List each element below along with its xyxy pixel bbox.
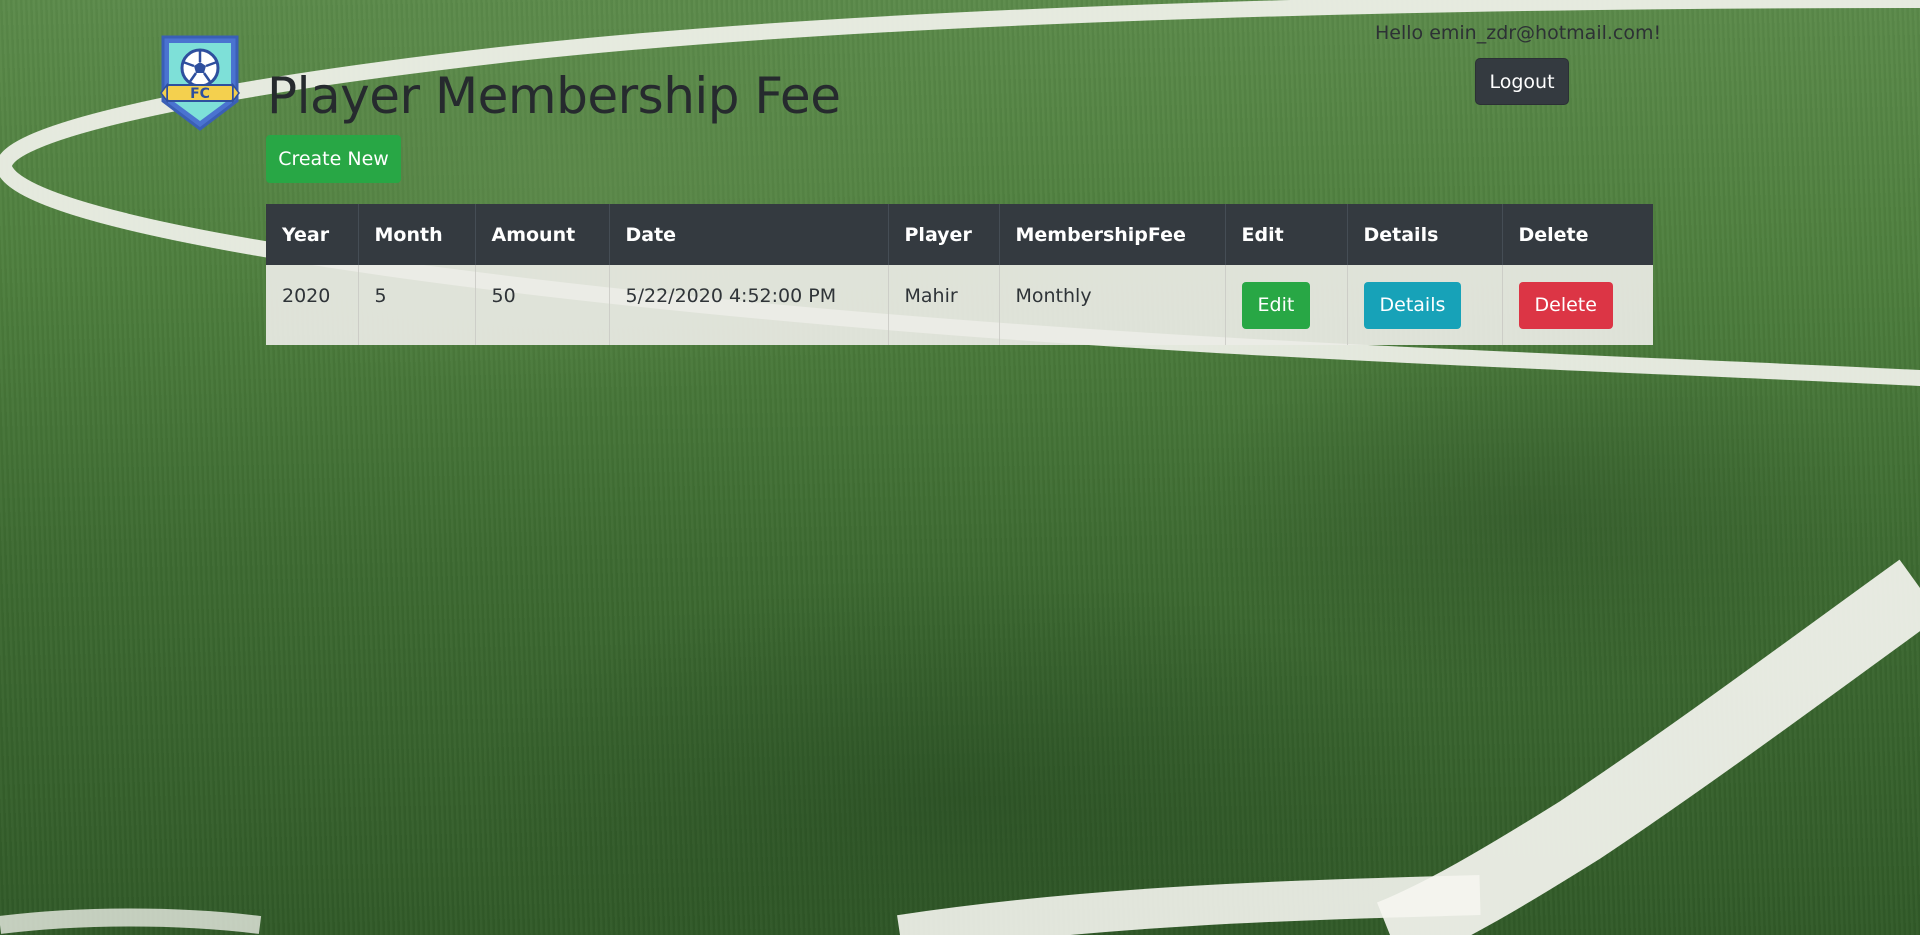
edit-button[interactable]: Edit (1241, 281, 1311, 329)
delete-button[interactable]: Delete (1518, 281, 1613, 329)
cell-date: 5/22/2020 4:52:00 PM (609, 265, 889, 345)
cell-year: 2020 (266, 265, 359, 345)
cell-month: 5 (358, 265, 476, 345)
membership-fee-table: Year Month Amount Date Player Membership… (266, 204, 1653, 345)
cell-membership-fee: Monthly (999, 265, 1226, 345)
column-header-month: Month (358, 204, 476, 265)
column-header-date: Date (609, 204, 889, 265)
table-row: 2020 5 50 5/22/2020 4:52:00 PM Mahir Mon… (266, 265, 1653, 345)
details-button[interactable]: Details (1363, 281, 1462, 329)
create-new-button[interactable]: Create New (266, 135, 401, 183)
column-header-year: Year (266, 204, 359, 265)
logout-button[interactable]: Logout (1475, 58, 1569, 105)
cell-amount: 50 (475, 265, 610, 345)
column-header-details: Details (1347, 204, 1503, 265)
page-title: Player Membership Fee (267, 67, 841, 125)
column-header-amount: Amount (475, 204, 610, 265)
cell-delete: Delete (1502, 265, 1653, 345)
logo-text: FC (190, 86, 210, 102)
column-header-player: Player (888, 204, 1000, 265)
column-header-edit: Edit (1225, 204, 1348, 265)
column-header-delete: Delete (1518, 223, 1589, 246)
club-logo: FC (160, 35, 240, 131)
cell-player: Mahir (888, 265, 1000, 345)
user-greeting: Hello emin_zdr@hotmail.com! (1375, 22, 1662, 44)
column-header-membership-fee: MembershipFee (999, 204, 1226, 265)
cell-edit: Edit (1225, 265, 1348, 345)
table-header-row: Year Month Amount Date Player Membership… (266, 204, 1653, 265)
cell-details: Details (1347, 265, 1503, 345)
